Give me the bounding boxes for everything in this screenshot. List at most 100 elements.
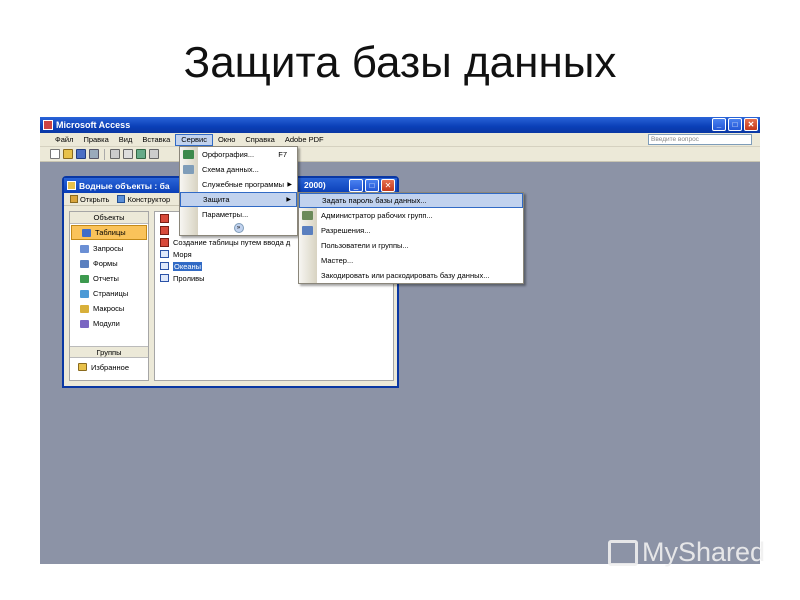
open-icon — [70, 195, 78, 203]
print-icon[interactable] — [110, 149, 120, 159]
menu-edit[interactable]: Правка — [78, 134, 113, 146]
object-queries[interactable]: Запросы — [70, 241, 148, 256]
menu-bar: Файл Правка Вид Вставка Сервис Окно Спра… — [40, 133, 760, 147]
object-modules[interactable]: Модули — [70, 316, 148, 331]
db-minimize-button[interactable]: _ — [349, 179, 363, 192]
wizard-icon — [160, 225, 169, 235]
file-search-icon[interactable] — [89, 149, 99, 159]
menu-label: Задать пароль базы данных... — [322, 196, 427, 205]
minimize-button[interactable]: _ — [712, 118, 726, 131]
menu-workgroup-admin[interactable]: Администратор рабочих групп... — [299, 208, 523, 223]
object-tables[interactable]: Таблицы — [71, 225, 147, 240]
menu-tools[interactable]: Сервис — [175, 133, 213, 146]
menu-database-utilities[interactable]: Служебные программы ▶ — [180, 177, 297, 192]
object-label: Отчеты — [93, 274, 119, 283]
spelling-icon[interactable] — [136, 149, 146, 159]
main-toolbar — [40, 147, 760, 162]
menu-label: Разрешения... — [321, 226, 371, 235]
object-reports[interactable]: Отчеты — [70, 271, 148, 286]
relationships-icon — [183, 165, 194, 174]
menu-options[interactable]: Параметры... — [180, 207, 297, 222]
page-icon — [80, 289, 89, 298]
menu-spelling[interactable]: Орфография... F7 — [180, 147, 297, 162]
access-screen: Microsoft Access _ □ ✕ Файл Правка Вид В… — [40, 117, 760, 564]
query-icon — [80, 244, 89, 253]
module-icon — [80, 319, 89, 328]
favorites-item[interactable]: Избранное — [70, 360, 148, 374]
table-icon — [82, 228, 91, 237]
menu-security[interactable]: Защита ▶ — [180, 192, 297, 207]
submenu-arrow-icon: ▶ — [287, 182, 292, 188]
design-label: Конструктор — [127, 194, 171, 204]
favorites-folder-icon — [78, 363, 87, 371]
menu-view[interactable]: Вид — [114, 134, 138, 146]
menu-adobe-pdf[interactable]: Adobe PDF — [280, 134, 329, 146]
chevron-down-icon: » — [233, 223, 244, 233]
table-icon — [160, 274, 169, 282]
tools-menu: Орфография... F7 Схема данных... Служебны… — [179, 146, 298, 236]
menu-label: Служебные программы — [202, 180, 284, 189]
menu-label: Закодировать или раскодировать базу данн… — [321, 271, 490, 280]
table-icon — [160, 250, 169, 258]
menu-label: Администратор рабочих групп... — [321, 211, 433, 220]
menu-set-db-password[interactable]: Задать пароль базы данных... — [299, 193, 523, 208]
menu-label: Мастер... — [321, 256, 354, 265]
macro-icon — [80, 304, 89, 313]
menu-insert[interactable]: Вставка — [137, 134, 175, 146]
save-icon[interactable] — [76, 149, 86, 159]
new-icon[interactable] — [50, 149, 60, 159]
design-icon — [117, 195, 126, 203]
report-icon — [80, 274, 89, 283]
menu-expand[interactable]: » — [180, 222, 297, 234]
access-key-icon — [43, 120, 53, 130]
window-controls: _ □ ✕ — [712, 118, 758, 131]
object-label: Страницы — [93, 289, 129, 298]
object-label: Таблицы — [95, 228, 126, 237]
menu-users-groups[interactable]: Пользователи и группы... — [299, 238, 523, 253]
form-icon — [80, 259, 89, 268]
wizard-icon — [160, 237, 169, 247]
objects-bar: Объекты Таблицы Запросы Формы Отчеты Стр… — [69, 211, 149, 381]
object-macros[interactable]: Макросы — [70, 301, 148, 316]
groups-header[interactable]: Группы — [70, 346, 148, 358]
db-window-controls: _ □ ✕ — [349, 179, 395, 192]
projector-icon — [608, 539, 638, 566]
object-pages[interactable]: Страницы — [70, 286, 148, 301]
menu-file[interactable]: Файл — [50, 134, 78, 146]
design-button[interactable]: Конструктор — [117, 195, 170, 204]
open-label: Открыть — [80, 194, 110, 204]
menu-label: Схема данных... — [202, 165, 259, 174]
maximize-button[interactable]: □ — [728, 118, 742, 131]
open-folder-icon[interactable] — [63, 149, 73, 159]
menu-encode-decode[interactable]: Закодировать или раскодировать базу данн… — [299, 268, 523, 283]
object-label: Макросы — [93, 304, 125, 313]
db-window-title: Водные объекты : ба — [79, 180, 170, 191]
watermark-text: MyShared — [642, 537, 766, 567]
list-item-label: Проливы — [173, 273, 205, 283]
menu-label: Орфография... — [202, 150, 255, 159]
table-icon — [160, 262, 169, 270]
permissions-icon — [302, 226, 313, 235]
app-title: Microsoft Access — [56, 120, 131, 130]
help-question-input[interactable]: Введите вопрос — [648, 134, 752, 145]
list-item-label: Создание таблицы путем ввода д — [173, 237, 291, 247]
list-item-label: Моря — [173, 249, 192, 259]
object-label: Запросы — [93, 244, 124, 253]
object-forms[interactable]: Формы — [70, 256, 148, 271]
objects-header[interactable]: Объекты — [70, 212, 148, 224]
menu-help[interactable]: Справка — [240, 134, 279, 146]
menu-shortcut: F7 — [278, 150, 287, 159]
print-preview-icon[interactable] — [123, 149, 133, 159]
menu-window[interactable]: Окно — [213, 134, 240, 146]
menu-relationships[interactable]: Схема данных... — [180, 162, 297, 177]
menu-permissions[interactable]: Разрешения... — [299, 223, 523, 238]
db-close-button[interactable]: ✕ — [381, 179, 395, 192]
menu-label: Защита — [203, 195, 230, 204]
menu-wizard[interactable]: Мастер... — [299, 253, 523, 268]
db-window-title-suffix: 2000) — [304, 180, 326, 190]
close-button[interactable]: ✕ — [744, 118, 758, 131]
open-button[interactable]: Открыть — [70, 195, 109, 204]
watermark: MyShared — [608, 537, 765, 568]
db-maximize-button[interactable]: □ — [365, 179, 379, 192]
cut-icon[interactable] — [149, 149, 159, 159]
